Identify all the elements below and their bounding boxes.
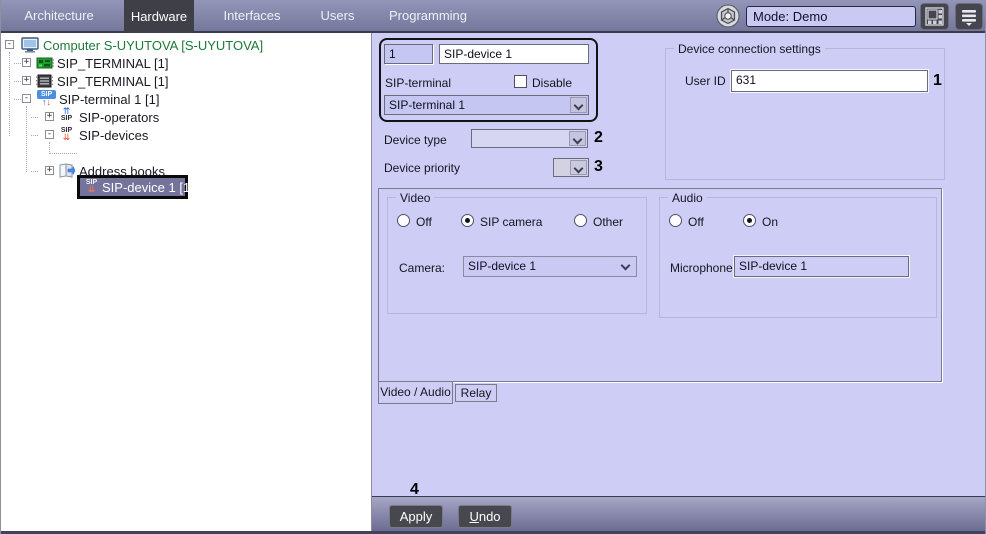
tab-hardware[interactable]: Hardware — [124, 0, 194, 33]
up-arrows: ⇈ — [57, 108, 76, 115]
group-title: Video — [396, 191, 434, 205]
user-id-label: User ID — [685, 74, 726, 88]
tree-item-label: SIP-terminal 1 [1] — [59, 92, 159, 107]
parent-terminal-select[interactable]: SIP-terminal 1 — [384, 95, 589, 115]
expand-expander[interactable]: + — [22, 76, 31, 85]
video-other-radio[interactable] — [574, 214, 587, 227]
device-priority-select[interactable] — [553, 158, 589, 177]
screen-layout-button[interactable] — [920, 3, 949, 30]
disable-checkbox[interactable] — [514, 75, 527, 88]
tree-item-sip-terminal-object[interactable]: + SIP_TERMINAL [1] — [1, 54, 372, 72]
parent-terminal-value: SIP-terminal 1 — [389, 98, 465, 112]
layout-grid-icon — [925, 7, 944, 26]
chevron-down-icon[interactable] — [570, 160, 587, 175]
device-connection-settings-group: Device connection settings — [665, 48, 945, 180]
collapse-expander[interactable]: - — [22, 94, 31, 103]
bottom-action-bar: Apply Undo — [372, 496, 986, 531]
collapse-expander[interactable]: - — [5, 40, 14, 49]
sip-operators-icon: ⇈ SIP — [57, 108, 76, 125]
sip-device-icon: SIP ⇊ — [82, 179, 101, 196]
undo-label-initial: U — [469, 509, 478, 524]
audio-on-radio[interactable] — [743, 214, 756, 227]
down-arrows: ⇊ — [57, 134, 76, 141]
audio-off-label: Off — [688, 215, 704, 229]
user-id-input[interactable]: 631 — [731, 70, 928, 92]
tree-item-label: SIP-devices — [79, 128, 148, 143]
hamburger-menu-icon — [960, 8, 978, 26]
tree-item-label: Computer S-UYUTOVA [S-UYUTOVA] — [43, 38, 263, 53]
down-arrows: ⇊ — [82, 186, 101, 193]
address-book-icon — [58, 163, 76, 180]
tree-item-label: SIP_TERMINAL [1] — [57, 56, 169, 71]
tab-video-audio[interactable]: Video / Audio — [378, 382, 453, 404]
tree-item-label: SIP-operators — [79, 110, 159, 125]
annotation-1: 1 — [933, 72, 942, 90]
tree-item-label: Address books — [79, 164, 165, 179]
microphone-label: Microphone: — [670, 261, 736, 275]
video-off-label: Off — [416, 215, 432, 229]
main-menu-button[interactable] — [955, 3, 983, 30]
mode-input[interactable]: Mode: Demo — [746, 6, 916, 27]
parent-object-label: SIP-terminal — [385, 76, 451, 90]
tab-users[interactable]: Users — [315, 0, 360, 31]
annotation-3: 3 — [594, 158, 603, 176]
tab-interfaces[interactable]: Interfaces — [217, 0, 287, 31]
chevron-down-icon[interactable] — [570, 97, 587, 113]
disable-label: Disable — [532, 76, 572, 90]
top-menu-bar: Architecture Hardware Interfaces Users P… — [1, 0, 986, 33]
undo-button[interactable]: Undo — [458, 505, 512, 528]
computer-icon — [21, 37, 39, 54]
tree-item-sip-operators[interactable]: + ⇈ SIP SIP-operators — [1, 108, 372, 126]
tree-item-address-books[interactable]: + Address books — [1, 162, 372, 180]
intellect-logo-icon — [716, 4, 740, 33]
group-title: Audio — [668, 191, 707, 205]
tab-programming[interactable]: Programming — [388, 0, 468, 31]
hardware-tree-panel: - Computer S-UYUTOVA [S-UYUTOVA] + — [1, 33, 372, 531]
video-other-label: Other — [593, 215, 623, 229]
tree-item-computer[interactable]: - Computer S-UYUTOVA [S-UYUTOVA] — [1, 36, 372, 54]
audio-on-label: On — [762, 215, 778, 229]
circuit-board-icon — [36, 56, 54, 73]
expand-expander[interactable]: + — [22, 58, 31, 67]
camera-label: Camera: — [399, 261, 445, 275]
annotation-2: 2 — [594, 129, 603, 147]
collapse-expander[interactable]: - — [45, 130, 54, 139]
object-id-input[interactable]: 1 — [384, 44, 433, 64]
chip-icon — [36, 74, 54, 91]
sip-devices-icon: SIP ⇊ — [57, 127, 76, 144]
tree-item-sip-terminal-object-2[interactable]: + SIP_TERMINAL [1] — [1, 72, 372, 90]
application-window: Architecture Hardware Interfaces Users P… — [0, 0, 986, 534]
sip-arrows: ↑↓ — [37, 99, 56, 106]
video-sip-camera-radio[interactable] — [461, 214, 474, 227]
expand-expander[interactable]: + — [45, 112, 54, 121]
tab-relay[interactable]: Relay — [455, 384, 497, 402]
apply-button[interactable]: Apply — [389, 505, 443, 528]
tree-item-label: SIP-device 1 [1] — [102, 180, 194, 195]
video-sip-camera-label: SIP camera — [480, 215, 542, 229]
tree-item-sip-devices[interactable]: - SIP ⇊ SIP-devices — [1, 126, 372, 144]
camera-value: SIP-device 1 — [468, 259, 536, 273]
object-name-input[interactable]: SIP-device 1 — [439, 44, 589, 64]
undo-label-rest: ndo — [479, 509, 501, 524]
device-type-label: Device type — [384, 133, 447, 147]
group-title: Device connection settings — [674, 42, 825, 56]
chevron-down-icon[interactable] — [618, 258, 635, 275]
chevron-down-icon[interactable] — [569, 131, 586, 146]
annotation-4: 4 — [410, 481, 419, 499]
expand-expander[interactable]: + — [45, 166, 54, 175]
device-priority-label: Device priority — [384, 161, 460, 175]
audio-off-radio[interactable] — [669, 214, 682, 227]
video-audio-tab-panel: Video Off SIP camera Other Camera: SIP-d… — [378, 188, 942, 382]
device-type-select[interactable] — [471, 129, 588, 148]
tree-connector — [49, 153, 77, 154]
sip-icon-text: SIP — [57, 115, 76, 122]
sip-terminal-icon: SIP ↑↓ — [37, 90, 56, 107]
tree-item-label: SIP_TERMINAL [1] — [57, 74, 169, 89]
camera-select[interactable]: SIP-device 1 — [463, 256, 637, 277]
tab-architecture[interactable]: Architecture — [11, 0, 107, 31]
microphone-input[interactable]: SIP-device 1 — [734, 256, 909, 277]
tree-item-sip-terminal-1[interactable]: - SIP ↑↓ SIP-terminal 1 [1] — [1, 90, 372, 108]
video-off-radio[interactable] — [397, 214, 410, 227]
